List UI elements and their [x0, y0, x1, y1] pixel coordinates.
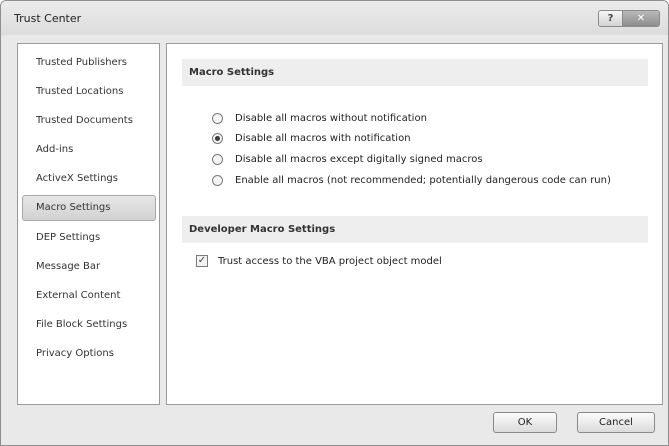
radio-button[interactable] [212, 113, 223, 124]
cancel-button[interactable]: Cancel [577, 412, 655, 433]
nav-item-trusted-publishers[interactable]: Trusted Publishers [22, 50, 156, 76]
nav-item-dep-settings[interactable]: DEP Settings [22, 225, 156, 251]
trust-vba-label: Trust access to the VBA project object m… [218, 256, 442, 267]
ok-button[interactable]: OK [493, 412, 557, 433]
title-bar: Trust Center ? ✕ [1, 1, 668, 35]
trust-vba-checkbox[interactable]: ✓ [196, 255, 208, 267]
nav-item-activex-settings[interactable]: ActiveX Settings [22, 166, 156, 192]
radio-button[interactable] [212, 175, 223, 186]
radio-button-selected[interactable] [212, 133, 223, 144]
help-button[interactable]: ? [599, 11, 623, 26]
radio-button[interactable] [212, 154, 223, 165]
radio-label: Disable all macros except digitally sign… [235, 154, 483, 165]
close-button[interactable]: ✕ [623, 11, 659, 26]
radio-option-disable-except-signed[interactable]: Disable all macros except digitally sign… [212, 153, 652, 166]
radio-option-disable-with-notification[interactable]: Disable all macros with notification [212, 132, 652, 145]
radio-label: Enable all macros (not recommended; pote… [235, 175, 611, 186]
radio-label: Disable all macros without notification [235, 113, 427, 124]
dialog-title: Trust Center [14, 12, 82, 25]
trust-vba-option[interactable]: ✓ Trust access to the VBA project object… [196, 255, 636, 268]
nav-item-trusted-documents[interactable]: Trusted Documents [22, 108, 156, 134]
nav-item-external-content[interactable]: External Content [22, 283, 156, 309]
nav-item-add-ins[interactable]: Add-ins [22, 137, 156, 163]
macro-settings-header: Macro Settings [182, 59, 648, 86]
category-list: Trusted Publishers Trusted Locations Tru… [17, 43, 160, 405]
nav-item-file-block-settings[interactable]: File Block Settings [22, 312, 156, 338]
developer-macro-settings-header: Developer Macro Settings [182, 216, 648, 243]
radio-option-enable-all[interactable]: Enable all macros (not recommended; pote… [212, 174, 632, 187]
nav-item-macro-settings[interactable]: Macro Settings [22, 195, 156, 221]
radio-label: Disable all macros with notification [235, 133, 411, 144]
nav-item-trusted-locations[interactable]: Trusted Locations [22, 79, 156, 105]
settings-panel: Macro Settings Disable all macros withou… [166, 43, 663, 405]
trust-center-dialog: Trust Center ? ✕ Trusted Publishers Trus… [0, 0, 669, 446]
title-buttons: ? ✕ [598, 10, 660, 27]
radio-option-disable-without-notification[interactable]: Disable all macros without notification [212, 112, 652, 125]
nav-item-privacy-options[interactable]: Privacy Options [22, 341, 156, 367]
nav-item-message-bar[interactable]: Message Bar [22, 254, 156, 280]
